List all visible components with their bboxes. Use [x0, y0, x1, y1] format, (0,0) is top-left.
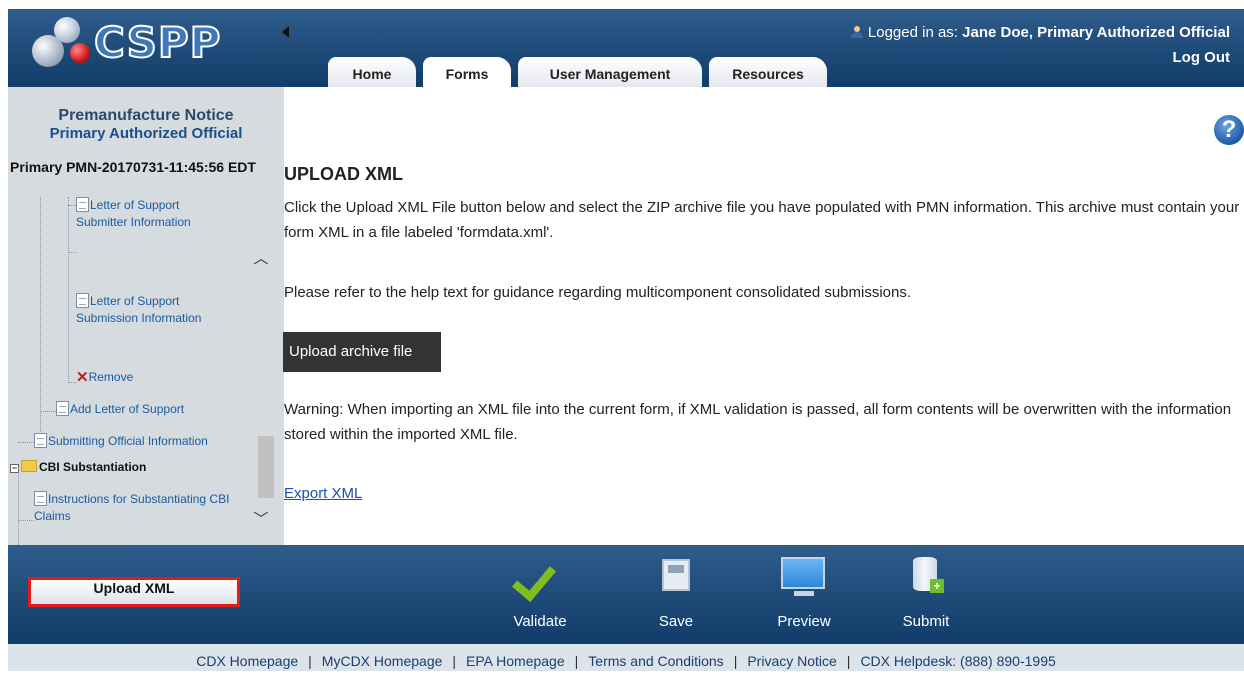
tree-item-label: Letter of Support Submission Information: [76, 294, 202, 325]
submit-label: Submit: [902, 613, 950, 630]
remove-x-icon: ✕: [76, 369, 89, 386]
form-tree: Letter of Support Submitter Information …: [8, 197, 258, 545]
logo-molecule-icon-2: [54, 17, 80, 43]
tree-item-cbi-substantiation[interactable]: − CBI Substantiation: [10, 459, 234, 476]
document-icon: [34, 433, 47, 448]
upload-xml-button[interactable]: Upload XML: [28, 577, 240, 607]
collapse-sidebar-icon[interactable]: [282, 26, 289, 38]
tab-user-management[interactable]: User Management: [518, 57, 702, 87]
sidebar-title: Premanufacture Notice: [58, 107, 234, 124]
separator: |: [574, 653, 579, 669]
tree-line: [18, 467, 19, 545]
help-guidance-text: Please refer to the help text for guidan…: [284, 284, 912, 301]
tree-line: [68, 252, 76, 253]
separator: |: [308, 653, 312, 669]
tree-line: [18, 442, 34, 443]
tree-line: [68, 197, 69, 383]
save-label: Save: [658, 613, 694, 630]
tree-line: [18, 520, 34, 521]
tree-item-label: Instructions for Substantiating CBI Clai…: [34, 492, 230, 523]
user-icon: [850, 26, 863, 38]
logo-molecule-icon-3: [70, 43, 90, 63]
export-xml-link[interactable]: Export XML: [284, 485, 362, 502]
tree-item-remove[interactable]: ✕Remove: [76, 369, 226, 386]
logout-link[interactable]: Log Out: [1173, 49, 1230, 66]
privacy-link[interactable]: Privacy Notice: [747, 653, 836, 669]
epa-homepage-link[interactable]: EPA Homepage: [466, 653, 565, 669]
scroll-down-icon[interactable]: ﹀: [252, 508, 270, 528]
upload-archive-button[interactable]: Upload archive file: [283, 332, 441, 372]
tree-item-submitting-official[interactable]: Submitting Official Information: [34, 433, 258, 450]
plus-icon: +: [930, 579, 944, 593]
tree-line: [40, 197, 41, 442]
footer-links: CDX Homepage | MyCDX Homepage | EPA Homepage…: [8, 644, 1244, 671]
login-status: Logged in as: Jane Doe, Primary Authoriz…: [850, 24, 1230, 41]
document-icon: [76, 293, 89, 308]
save-icon: [662, 559, 690, 591]
document-icon: [76, 197, 89, 212]
folder-icon: [21, 460, 37, 472]
separator: |: [452, 653, 457, 669]
tree-item-label: CBI Substantiation: [39, 460, 147, 474]
header-bar: CSPP Home Forms User Management Resource…: [8, 9, 1244, 87]
sidebar-record-id: Primary PMN-20170731-11:45:56 EDT: [10, 159, 256, 175]
tree-item-submission-info[interactable]: Letter of Support Submission Information: [76, 293, 226, 327]
logo-text: CSPP: [93, 18, 222, 68]
separator: |: [846, 653, 851, 669]
help-icon[interactable]: ?: [1214, 115, 1244, 145]
tree-item-submitter-info[interactable]: Letter of Support Submitter Information: [76, 197, 226, 231]
cdx-homepage-link[interactable]: CDX Homepage: [196, 653, 298, 669]
warning-text: Warning: When importing an XML file into…: [284, 401, 1232, 443]
tree-line: [40, 411, 56, 412]
tree-item-label: Add Letter of Support: [70, 402, 185, 416]
terms-link[interactable]: Terms and Conditions: [588, 653, 723, 669]
tree-item-label: Letter of Support Submitter Information: [76, 198, 191, 229]
tree-line: [68, 205, 76, 206]
tree-item-cbi-instructions[interactable]: Instructions for Substantiating CBI Clai…: [34, 491, 244, 525]
mycdx-homepage-link[interactable]: MyCDX Homepage: [322, 653, 443, 669]
instructions-text: Click the Upload XML File button below a…: [284, 199, 1240, 241]
cspp-logo[interactable]: CSPP: [32, 15, 222, 69]
tab-resources[interactable]: Resources: [709, 57, 827, 87]
monitor-stand: [794, 591, 814, 596]
login-user: Jane Doe, Primary Authorized Official: [962, 24, 1230, 41]
monitor-icon: [781, 557, 825, 589]
scroll-up-icon[interactable]: ︿: [252, 247, 270, 267]
login-prefix: Logged in as:: [867, 24, 963, 41]
collapse-icon[interactable]: −: [10, 464, 19, 473]
helpdesk-link[interactable]: CDX Helpdesk: (888) 890-1995: [860, 653, 1055, 669]
page-title: UPLOAD XML: [284, 164, 403, 184]
separator: |: [733, 653, 738, 669]
tree-item-add-letter[interactable]: Add Letter of Support: [56, 401, 246, 418]
add-document-icon: [56, 401, 69, 416]
scrollbar-thumb[interactable]: [258, 436, 274, 498]
footer-toolbar: Upload XML Validate Save Preview + Submi…: [8, 545, 1244, 644]
tab-forms[interactable]: Forms: [423, 57, 511, 87]
check-icon: [511, 555, 557, 603]
preview-label: Preview: [777, 613, 831, 630]
validate-label: Validate: [513, 613, 567, 630]
tree-item-label: Remove: [88, 370, 134, 384]
sidebar-subtitle: Primary Authorized Official: [49, 125, 243, 142]
tab-home[interactable]: Home: [328, 57, 416, 87]
tree-item-label: Submitting Official Information: [48, 434, 208, 448]
sidebar: Premanufacture Notice Primary Authorized…: [8, 87, 284, 545]
document-icon: [34, 491, 47, 506]
tree-line: [68, 382, 76, 383]
